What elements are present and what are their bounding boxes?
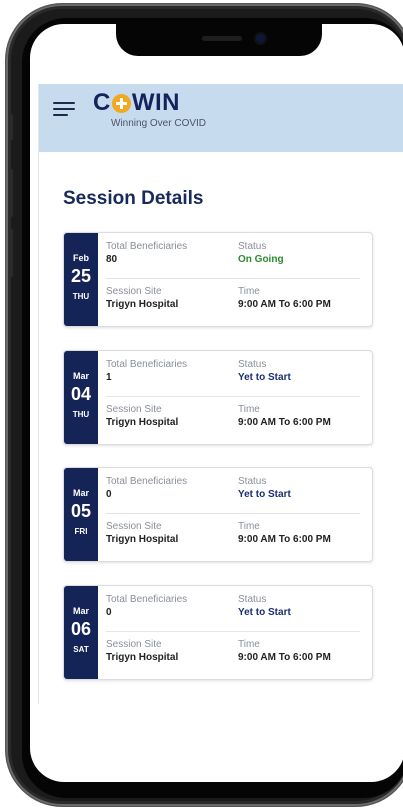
beneficiaries-value: 0	[106, 489, 112, 500]
session-weekday: THU	[72, 410, 90, 419]
volume-down-button	[8, 229, 13, 277]
beneficiaries-field: Total Beneficiaries 0	[106, 594, 187, 619]
session-month: Feb	[72, 253, 89, 263]
logo-text-suffix: WIN	[131, 89, 180, 116]
site-field: Session Site Trigyn Hospital	[106, 639, 178, 664]
status-value: On Going	[238, 254, 284, 265]
beneficiaries-value: 0	[106, 607, 112, 618]
site-field: Session Site Trigyn Hospital	[106, 286, 178, 311]
cowin-logo: C WIN Winning Over COVID	[93, 89, 206, 129]
session-weekday: THU	[72, 292, 90, 301]
site-value: Trigyn Hospital	[106, 417, 179, 428]
session-day: 06	[70, 619, 92, 639]
card-divider	[106, 278, 360, 279]
status-label: Status	[238, 476, 267, 487]
beneficiaries-label: Total Beneficiaries	[106, 476, 188, 487]
earpiece-speaker	[202, 36, 242, 41]
session-month: Mar	[72, 488, 89, 498]
page-title: Session Details	[63, 188, 204, 209]
site-label: Session Site	[106, 404, 162, 415]
front-camera	[256, 34, 265, 43]
session-month: Mar	[72, 371, 89, 381]
session-card[interactable]: Mar 05 FRI Total Beneficiaries 0 Status …	[63, 467, 373, 562]
date-badge: Feb 25 THU	[64, 233, 98, 326]
status-value: Yet to Start	[238, 372, 291, 383]
site-label: Session Site	[106, 521, 162, 532]
status-label: Status	[238, 594, 267, 605]
card-divider	[106, 513, 360, 514]
time-value: 9:00 AM To 6:00 PM	[238, 652, 331, 663]
phone-screen: C WIN Winning Over COVID Session Details…	[30, 24, 403, 782]
status-label: Status	[238, 241, 267, 252]
status-field: Status Yet to Start	[238, 594, 291, 619]
date-badge: Mar 06 SAT	[64, 586, 98, 679]
session-day: 05	[70, 501, 92, 521]
site-label: Session Site	[106, 639, 162, 650]
app-view: C WIN Winning Over COVID Session Details…	[38, 84, 403, 704]
session-month: Mar	[72, 606, 89, 616]
beneficiaries-field: Total Beneficiaries 0	[106, 476, 187, 501]
site-value: Trigyn Hospital	[106, 299, 179, 310]
time-field: Time 9:00 AM To 6:00 PM	[238, 639, 331, 664]
session-card[interactable]: Mar 06 SAT Total Beneficiaries 0 Status …	[63, 585, 373, 680]
beneficiaries-field: Total Beneficiaries 1	[106, 359, 187, 384]
session-weekday: SAT	[73, 645, 89, 654]
status-value: Yet to Start	[238, 489, 291, 500]
status-field: Status On Going	[238, 241, 284, 266]
card-divider	[106, 631, 360, 632]
session-weekday: FRI	[74, 527, 88, 536]
session-day: 25	[70, 266, 92, 286]
card-divider	[106, 396, 360, 397]
site-label: Session Site	[106, 286, 162, 297]
time-label: Time	[238, 286, 260, 297]
status-value: Yet to Start	[238, 607, 291, 618]
status-field: Status Yet to Start	[238, 476, 291, 501]
session-card[interactable]: Mar 04 THU Total Beneficiaries 1 Status …	[63, 350, 373, 445]
notch	[116, 24, 322, 56]
site-field: Session Site Trigyn Hospital	[106, 521, 178, 546]
time-label: Time	[238, 521, 260, 532]
time-label: Time	[238, 639, 260, 650]
time-field: Time 9:00 AM To 6:00 PM	[238, 286, 331, 311]
beneficiaries-field: Total Beneficiaries 80	[106, 241, 187, 266]
site-value: Trigyn Hospital	[106, 534, 179, 545]
session-day: 04	[70, 384, 92, 404]
beneficiaries-label: Total Beneficiaries	[106, 241, 188, 252]
beneficiaries-label: Total Beneficiaries	[106, 359, 188, 370]
hamburger-menu-icon[interactable]	[53, 102, 75, 116]
plus-circle-icon	[111, 93, 131, 113]
site-field: Session Site Trigyn Hospital	[106, 404, 178, 429]
site-value: Trigyn Hospital	[106, 652, 179, 663]
logo-text-prefix: C	[93, 89, 111, 116]
time-value: 9:00 AM To 6:00 PM	[238, 534, 331, 545]
app-header: C WIN Winning Over COVID	[39, 84, 403, 152]
time-label: Time	[238, 404, 260, 415]
time-field: Time 9:00 AM To 6:00 PM	[238, 404, 331, 429]
date-badge: Mar 05 FRI	[64, 468, 98, 561]
time-value: 9:00 AM To 6:00 PM	[238, 299, 331, 310]
time-value: 9:00 AM To 6:00 PM	[238, 417, 331, 428]
time-field: Time 9:00 AM To 6:00 PM	[238, 521, 331, 546]
logo-tagline: Winning Over COVID	[111, 118, 207, 129]
mute-switch	[8, 114, 13, 140]
date-badge: Mar 04 THU	[64, 351, 98, 444]
status-label: Status	[238, 359, 267, 370]
volume-up-button	[8, 169, 13, 217]
status-field: Status Yet to Start	[238, 359, 291, 384]
beneficiaries-label: Total Beneficiaries	[106, 594, 188, 605]
beneficiaries-value: 1	[106, 372, 112, 383]
session-card[interactable]: Feb 25 THU Total Beneficiaries 80 Status…	[63, 232, 373, 327]
beneficiaries-value: 80	[106, 254, 118, 265]
